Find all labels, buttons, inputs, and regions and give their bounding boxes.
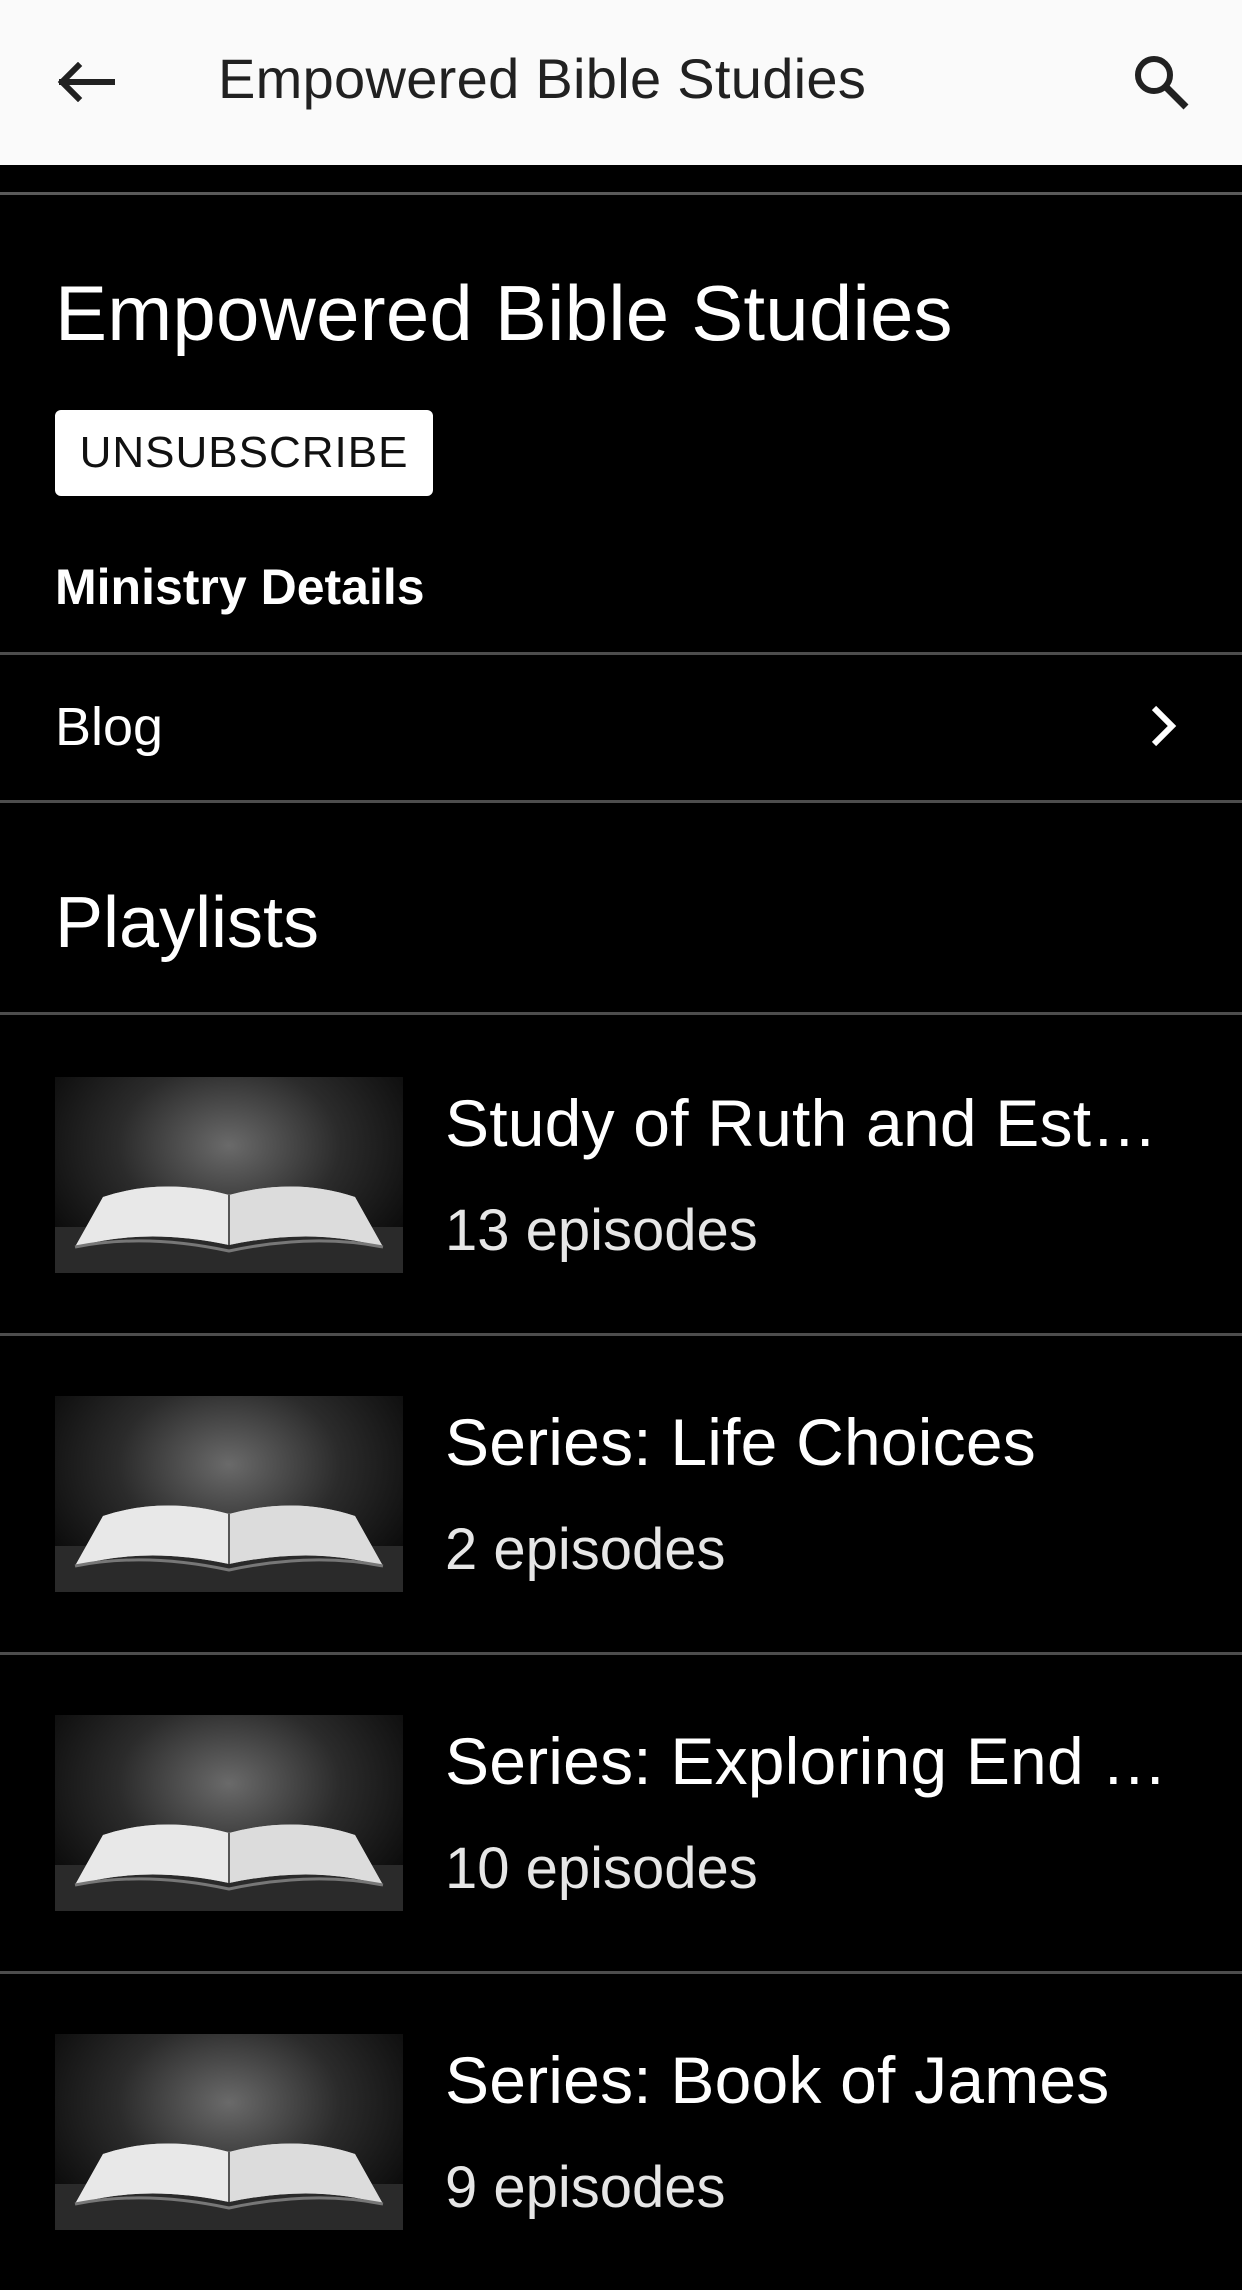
app-bar-title: Empowered Bible Studies: [218, 47, 867, 110]
bible-thumbnail: [55, 1715, 403, 1911]
divider: [0, 800, 1242, 803]
app-bar: Empowered Bible Studies: [0, 0, 1242, 165]
playlist-title: Series: Life Choices: [445, 1405, 1036, 1479]
divider: [0, 652, 1242, 655]
playlist-item[interactable]: Study of Ruth and Esth… 13 episodes: [0, 1015, 1242, 1333]
back-button[interactable]: [40, 40, 130, 124]
arrow-left-icon: [57, 62, 115, 102]
search-icon: [1135, 56, 1189, 110]
bible-thumbnail: [55, 2034, 403, 2230]
playlist-episode-count: 9 episodes: [445, 2155, 726, 2220]
playlists-heading: Playlists: [55, 883, 320, 963]
blog-link-row[interactable]: Blog: [0, 656, 1242, 801]
playlist-item[interactable]: Series: Exploring End T… 10 episodes: [0, 1653, 1242, 1971]
unsubscribe-button[interactable]: UNSUBSCRIBE: [55, 410, 433, 496]
bible-thumbnail: [55, 1077, 403, 1273]
playlist-episode-count: 13 episodes: [445, 1198, 758, 1263]
ministry-title: Empowered Bible Studies: [55, 269, 953, 357]
playlist-title: Series: Exploring End T…: [445, 1724, 1187, 1798]
playlist-episode-count: 2 episodes: [445, 1517, 726, 1582]
search-button[interactable]: [1116, 40, 1206, 124]
blog-link-label: Blog: [55, 697, 164, 757]
playlist-title: Series: Book of James: [445, 2043, 1110, 2117]
playlist-episode-count: 10 episodes: [445, 1836, 758, 1901]
ministry-details-heading: Ministry Details: [55, 559, 425, 615]
bible-thumbnail: [55, 1396, 403, 1592]
playlist-item[interactable]: Series: Life Choices 2 episodes: [0, 1334, 1242, 1652]
playlist-title: Study of Ruth and Esth…: [445, 1086, 1187, 1160]
top-divider: [0, 192, 1242, 195]
chevron-right-icon: [1134, 696, 1194, 756]
playlist-item[interactable]: Series: Book of James 9 episodes: [0, 1972, 1242, 2290]
